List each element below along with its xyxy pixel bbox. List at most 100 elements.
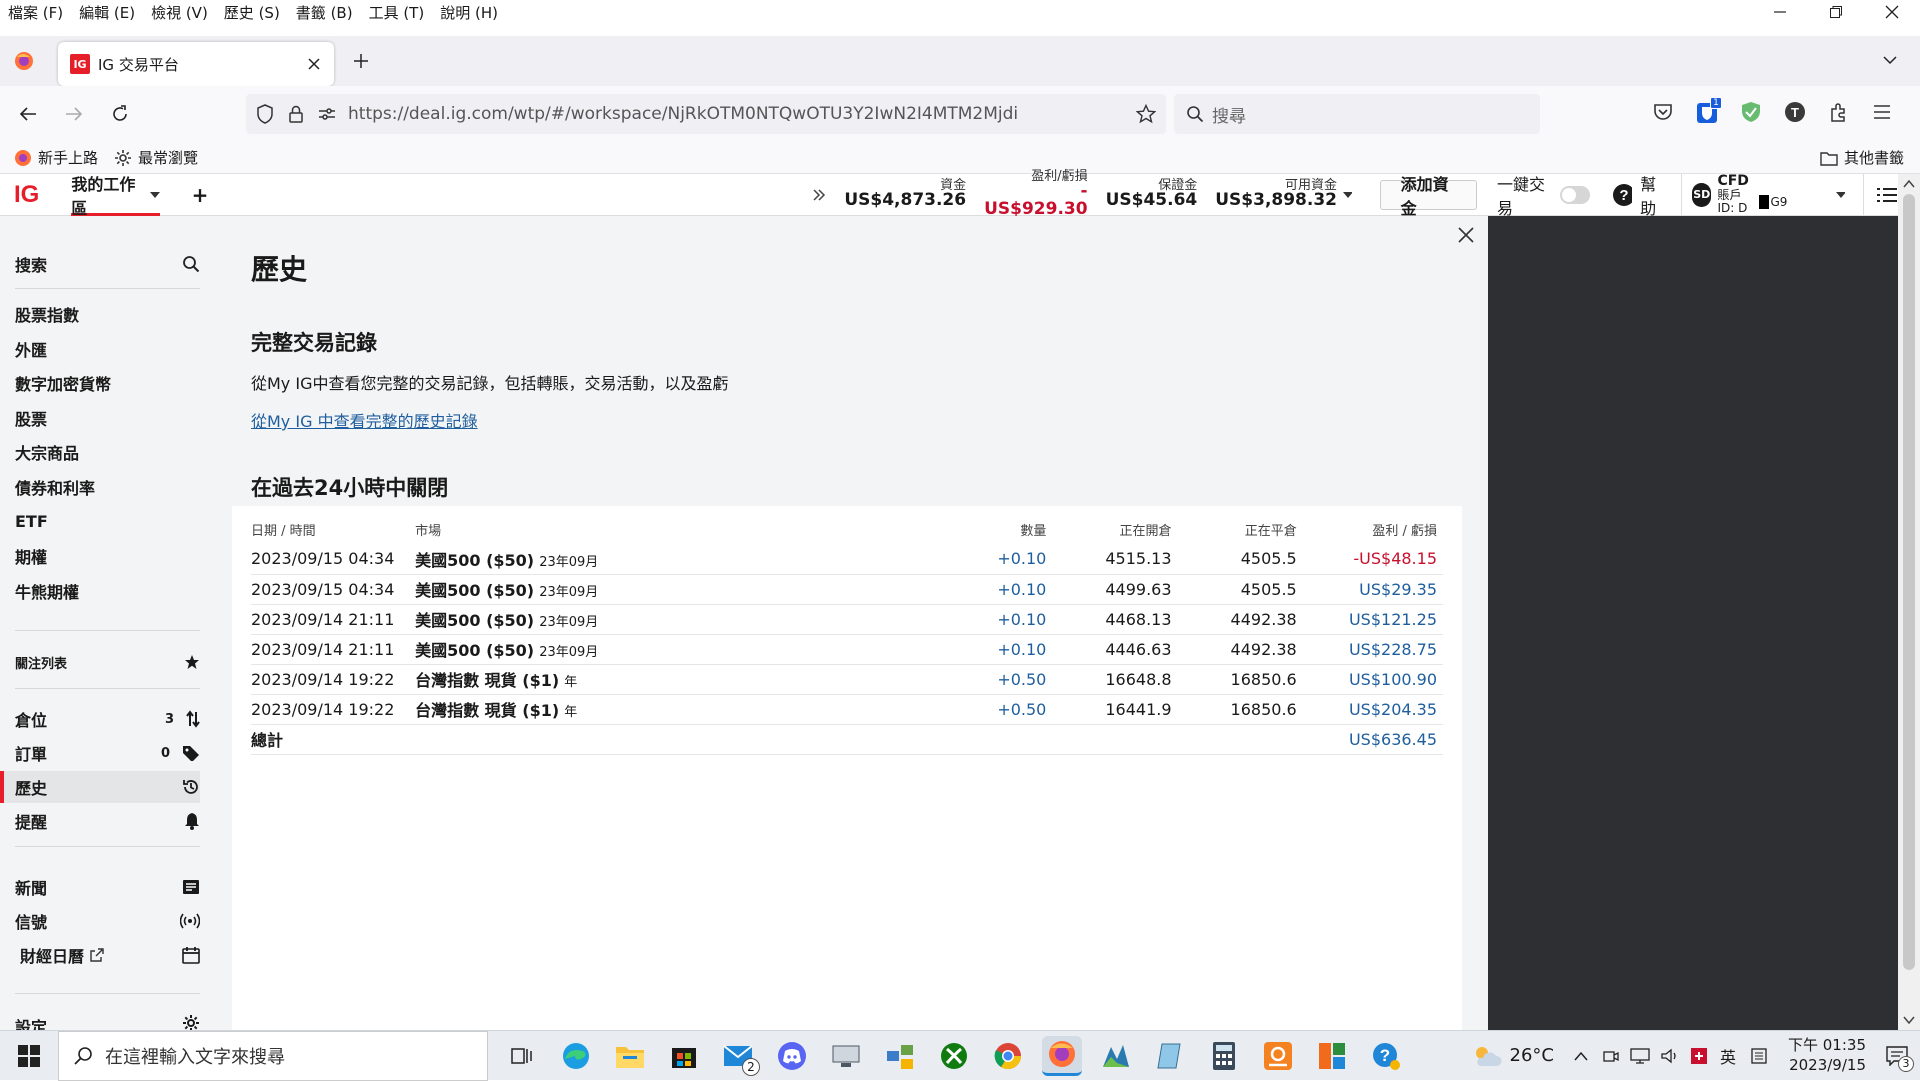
sidebar-news[interactable]: 新聞 — [15, 871, 200, 903]
col-quantity[interactable]: 數量 — [878, 514, 1046, 544]
chart-app-icon[interactable] — [1312, 1036, 1352, 1076]
back-icon[interactable] — [18, 104, 38, 124]
xbox-icon[interactable] — [934, 1036, 974, 1076]
col-close[interactable]: 正在平倉 — [1172, 514, 1297, 544]
calculator-icon[interactable] — [1204, 1036, 1244, 1076]
taskbar-search-box[interactable]: 在這裡輸入文字來搜尋 — [58, 1031, 488, 1081]
sidebar-market-item[interactable]: 數字加密貨幣 — [15, 367, 200, 399]
notes-app-icon[interactable] — [1150, 1036, 1190, 1076]
remote-desktop-icon[interactable] — [826, 1036, 866, 1076]
adguard-icon[interactable] — [1740, 101, 1762, 123]
col-pl[interactable]: 盈利 / 虧損 — [1297, 514, 1443, 544]
orange-app-icon[interactable] — [1258, 1036, 1298, 1076]
stats-dropdown-icon[interactable] — [1343, 192, 1352, 198]
menu-item[interactable]: 書籤 (B) — [296, 2, 353, 23]
menu-item[interactable]: 工具 (T) — [369, 2, 425, 23]
table-row[interactable]: 2023/09/14 21:11美國500 ($50) 23年09月+0.104… — [251, 634, 1443, 664]
chevron-up-icon[interactable] — [1574, 1051, 1588, 1061]
menu-item[interactable]: 編輯 (E) — [79, 2, 135, 23]
clock[interactable]: 下午 01:35 2023/9/15 — [1788, 1036, 1866, 1075]
app-menu-icon[interactable] — [1872, 103, 1892, 121]
sidebar-market-item[interactable]: 股票 — [15, 402, 200, 434]
file-explorer-icon[interactable] — [610, 1036, 650, 1076]
table-row[interactable]: 2023/09/14 19:22台灣指數 現貨 ($1) 年+0.5016441… — [251, 694, 1443, 724]
lock-icon[interactable] — [288, 104, 304, 124]
metatrader-icon[interactable] — [1096, 1036, 1136, 1076]
minimize-button[interactable] — [1752, 0, 1808, 28]
help-app-icon[interactable]: ? — [1366, 1036, 1406, 1076]
restore-button[interactable] — [1808, 0, 1864, 28]
col-market[interactable]: 市場 — [415, 514, 878, 544]
scroll-down-icon[interactable] — [1903, 1016, 1915, 1024]
ig-logo[interactable]: IG — [14, 181, 39, 209]
sidebar-positions[interactable]: 倉位 3 — [15, 703, 200, 735]
network-icon[interactable] — [1630, 1047, 1650, 1065]
sidebar-signals[interactable]: 信號 — [15, 905, 200, 937]
menu-item[interactable]: 檢視 (V) — [151, 2, 208, 23]
table-row[interactable]: 2023/09/14 21:11美國500 ($50) 23年09月+0.104… — [251, 604, 1443, 634]
double-chevron-right-icon[interactable] — [812, 188, 826, 202]
sidebar-search[interactable]: 搜索 — [15, 248, 200, 280]
sidebar-market-item[interactable]: 期權 — [15, 540, 200, 572]
url-text[interactable]: https://deal.ig.com/wtp/#/workspace/NjRk… — [348, 104, 1018, 124]
reload-icon[interactable] — [110, 104, 130, 124]
sidebar-market-item[interactable]: 股票指數 — [15, 298, 200, 330]
sidebar-watchlist[interactable]: 關注列表 — [15, 646, 200, 678]
ime-pad-icon[interactable] — [1750, 1047, 1768, 1065]
sidebar-history[interactable]: 歷史 — [15, 771, 200, 803]
bookmark-most-visited[interactable]: 最常瀏覽 — [114, 147, 198, 168]
chrome-icon[interactable] — [988, 1036, 1028, 1076]
add-workspace-button[interactable]: + — [192, 183, 209, 207]
account-switcher[interactable]: SD CFD 賬戶ID: DG9 — [1681, 174, 1845, 216]
table-row[interactable]: 2023/09/14 19:22台灣指數 現貨 ($1) 年+0.5016648… — [251, 664, 1443, 694]
help-button[interactable]: ? 幫助 — [1612, 171, 1667, 219]
sidebar-alerts[interactable]: 提醒 — [15, 805, 200, 837]
meeting-icon[interactable] — [1602, 1047, 1620, 1065]
new-tab-icon[interactable] — [352, 52, 370, 70]
weather-widget[interactable]: 26°C — [1472, 1044, 1554, 1068]
sidebar-settings[interactable]: 設定 — [15, 1014, 200, 1030]
one-click-toggle[interactable] — [1560, 186, 1589, 204]
browser-tab[interactable]: IG IG 交易平台 — [58, 42, 334, 86]
task-view-icon[interactable] — [502, 1036, 542, 1076]
sidebar-market-item[interactable]: ETF — [15, 506, 200, 538]
firefox-taskbar-icon[interactable] — [1042, 1036, 1082, 1076]
sidebar-calendar[interactable]: 財經日曆 — [20, 939, 200, 971]
bitwarden-icon[interactable]: 1 — [1696, 100, 1718, 124]
extensions-icon[interactable] — [1828, 101, 1850, 123]
close-window-button[interactable] — [1864, 0, 1920, 28]
list-all-tabs-icon[interactable] — [1882, 54, 1898, 66]
add-funds-button[interactable]: 添加資金 — [1380, 180, 1477, 210]
browser-search-box[interactable]: 搜尋 — [1174, 94, 1540, 134]
forward-icon[interactable] — [64, 104, 84, 124]
table-row[interactable]: 2023/09/15 04:34美國500 ($50) 23年09月+0.104… — [251, 574, 1443, 604]
workspace-tab[interactable]: 我的工作區 — [71, 174, 159, 216]
sidebar-market-item[interactable]: 債券和利率 — [15, 471, 200, 503]
sidebar-orders[interactable]: 訂單 0 — [15, 737, 200, 769]
other-bookmarks[interactable]: 其他書籤 — [1820, 147, 1904, 168]
col-date[interactable]: 日期 / 時間 — [251, 514, 415, 544]
close-tab-icon[interactable] — [308, 58, 320, 70]
view-full-history-link[interactable]: 從My IG 中查看完整的歷史記錄 — [251, 408, 478, 432]
sidebar-market-item[interactable]: 大宗商品 — [15, 436, 200, 468]
firefox-icon[interactable] — [14, 51, 34, 71]
panel-list-icon[interactable] — [1863, 174, 1898, 216]
close-panel-icon[interactable] — [1458, 227, 1474, 243]
menu-item[interactable]: 說明 (H) — [440, 2, 498, 23]
menu-item[interactable]: 歷史 (S) — [224, 2, 280, 23]
scroll-thumb[interactable] — [1903, 194, 1915, 970]
store-icon[interactable] — [664, 1036, 704, 1076]
security-tray-icon[interactable] — [1690, 1047, 1708, 1065]
col-open[interactable]: 正在開倉 — [1046, 514, 1171, 544]
menu-item[interactable]: 檔案 (F) — [8, 2, 63, 23]
bookmark-getting-started[interactable]: 新手上路 — [14, 147, 98, 168]
edge-icon[interactable] — [556, 1036, 596, 1076]
page-scrollbar[interactable] — [1898, 174, 1920, 1030]
sidebar-market-item[interactable]: 牛熊期權 — [15, 575, 200, 607]
profile-t-icon[interactable]: T — [1784, 101, 1806, 123]
scroll-up-icon[interactable] — [1903, 180, 1915, 188]
discord-icon[interactable] — [772, 1036, 812, 1076]
network-app-icon[interactable] — [880, 1036, 920, 1076]
tracking-protection-icon[interactable] — [256, 104, 274, 124]
bookmark-star-icon[interactable] — [1136, 104, 1156, 124]
